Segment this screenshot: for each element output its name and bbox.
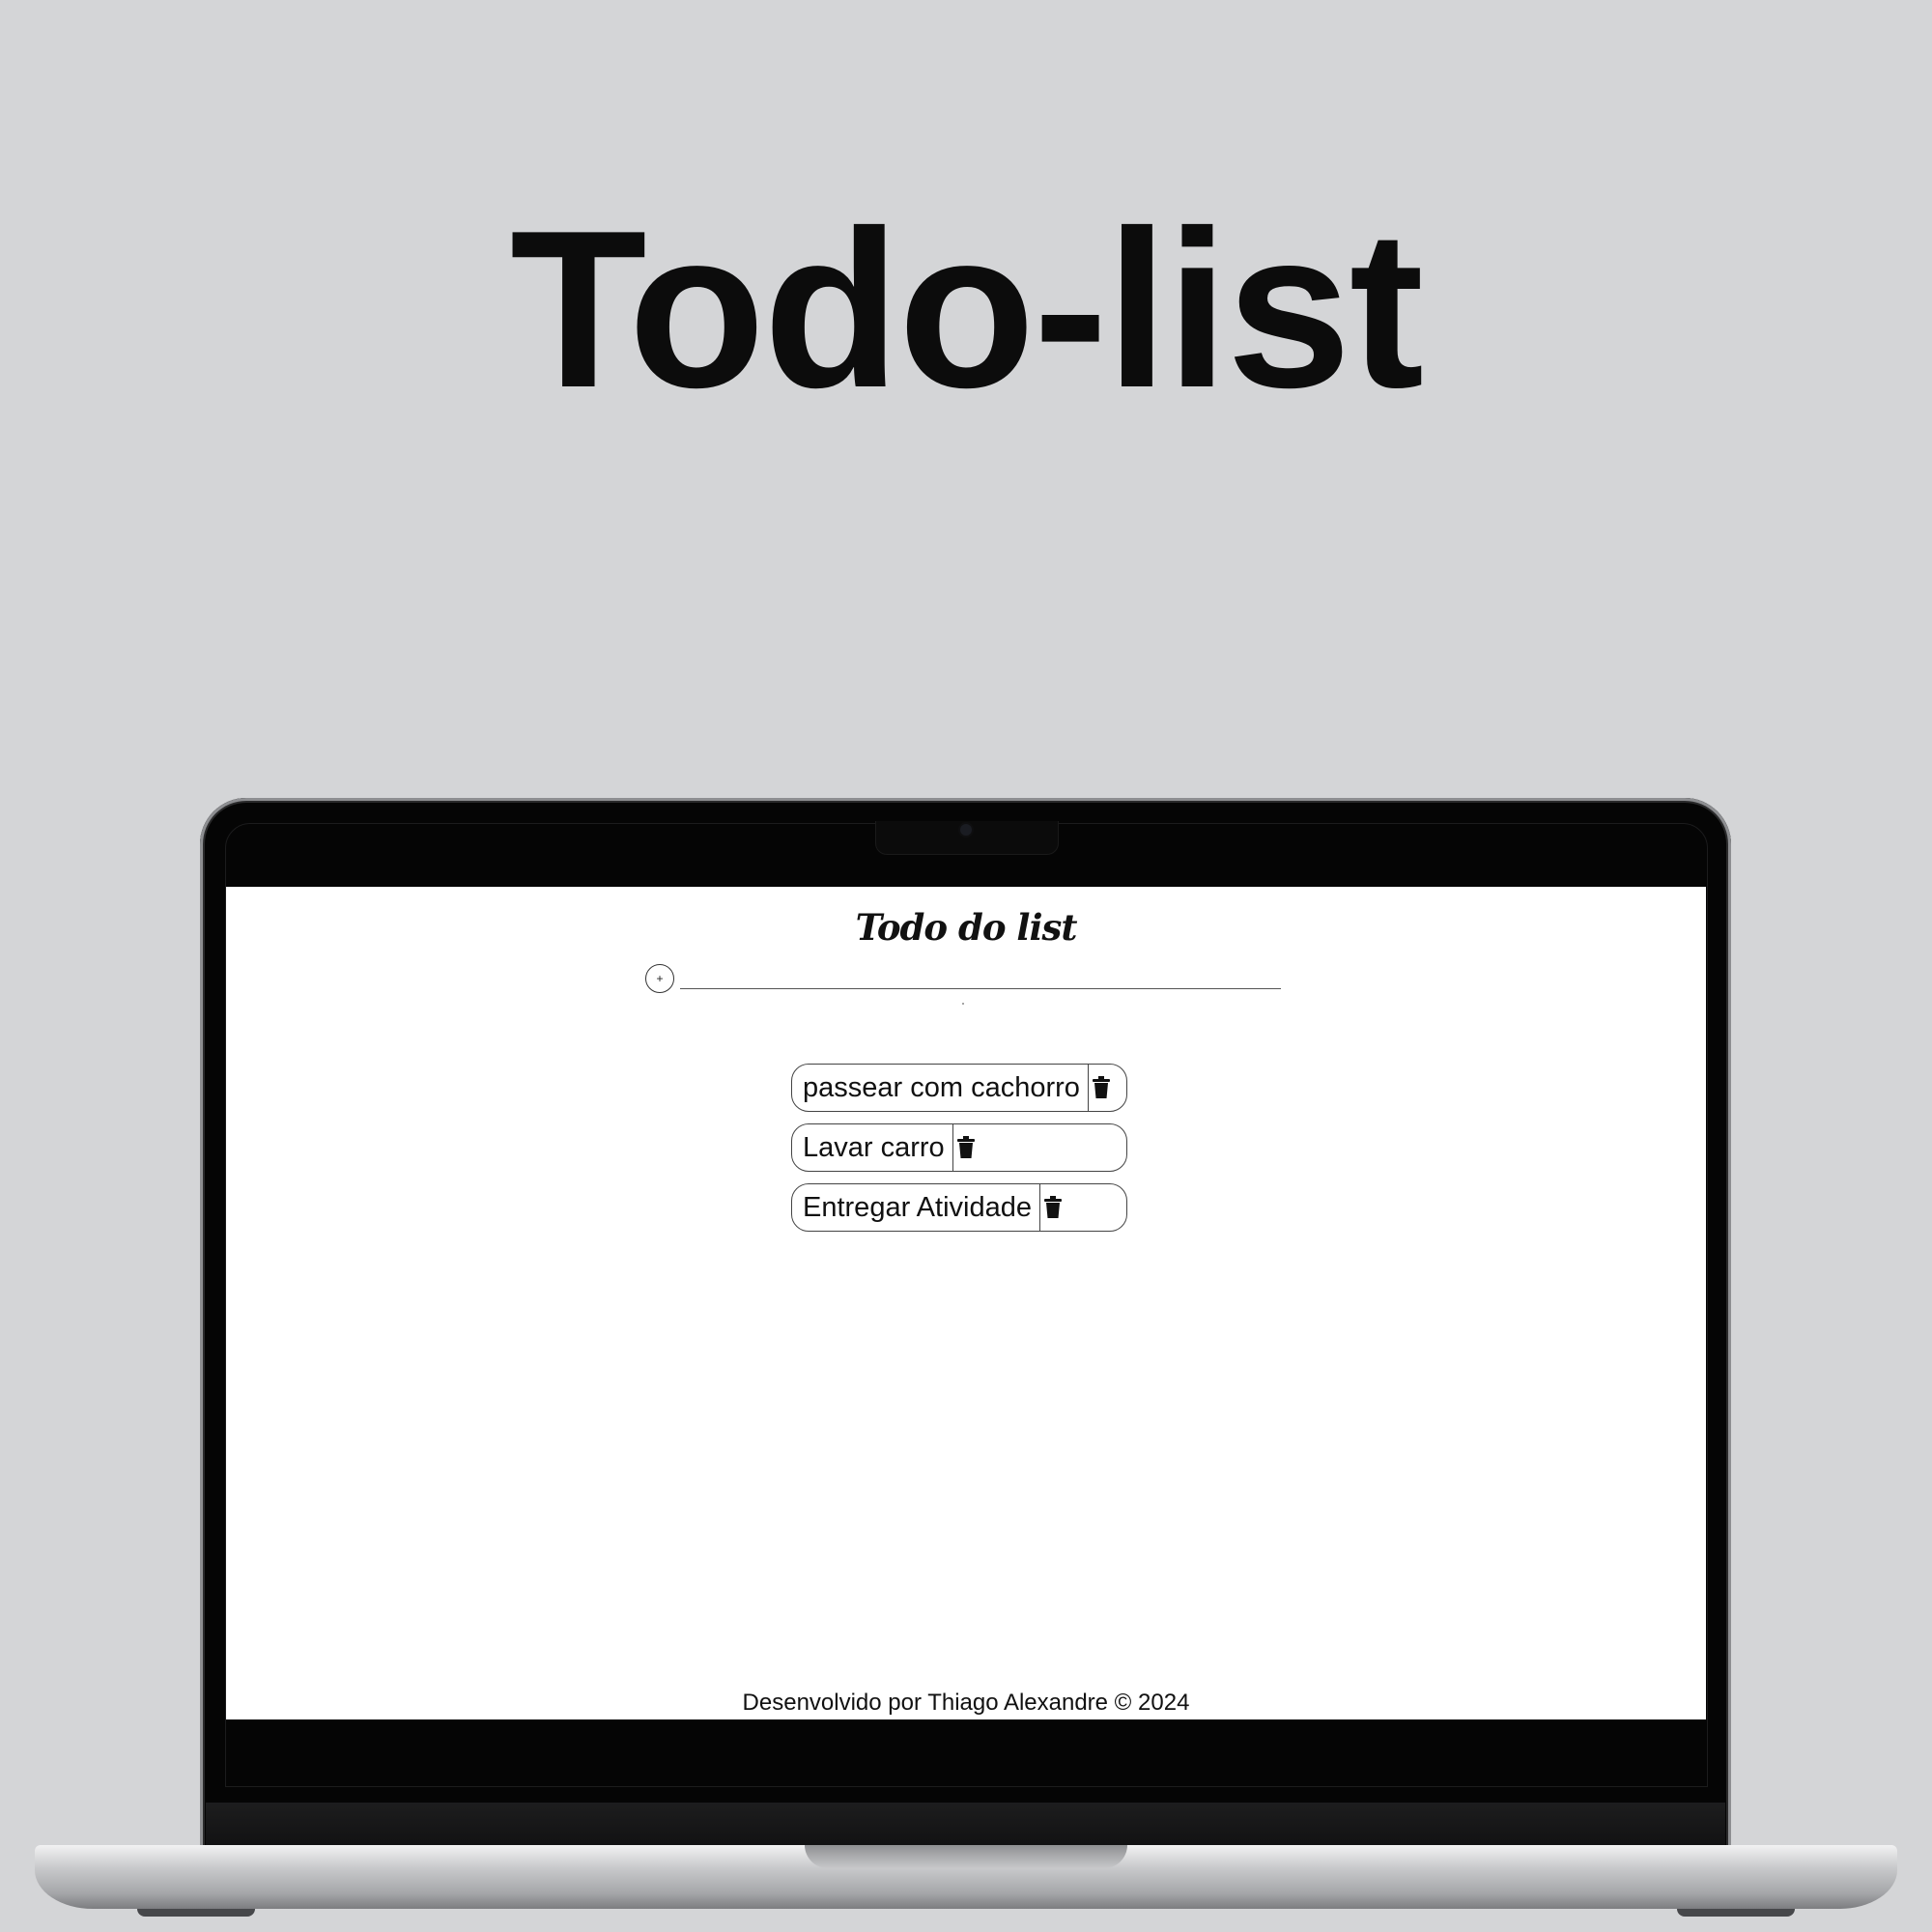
todo-item: Entregar Atividade [791,1183,1127,1232]
delete-todo-button[interactable] [1040,1184,1062,1231]
add-todo-button[interactable]: + [645,964,674,993]
footer-credit: Desenvolvido por Thiago Alexandre © 2024 [742,1690,1190,1716]
laptop-foot-left [137,1909,255,1917]
todo-input[interactable] [680,960,1281,989]
laptop-screen: Todo do list + passear com cachorro Lava… [226,887,1706,1719]
laptop-opening-notch [805,1845,1127,1868]
trash-icon [1092,1076,1110,1098]
plus-icon: + [656,972,664,985]
todo-item-text[interactable]: Entregar Atividade [792,1184,1040,1231]
trash-icon [1043,1196,1062,1218]
laptop-lid-hinge [206,1803,1725,1845]
input-hint-dot [962,1003,964,1005]
todo-item-text[interactable]: Lavar carro [792,1124,953,1171]
promo-headline: Todo-list [509,185,1424,435]
delete-todo-button[interactable] [953,1124,975,1171]
laptop-foot-right [1677,1909,1795,1917]
webcam-icon [960,824,972,836]
trash-icon [956,1136,975,1158]
app-title: Todo do list [855,906,1078,949]
delete-todo-button[interactable] [1089,1065,1110,1111]
todo-item: passear com cachorro [791,1064,1127,1112]
todo-item: Lavar carro [791,1123,1127,1172]
todo-list: passear com cachorro Lavar carro Entrega… [791,1064,1127,1243]
todo-item-text[interactable]: passear com cachorro [792,1065,1089,1111]
